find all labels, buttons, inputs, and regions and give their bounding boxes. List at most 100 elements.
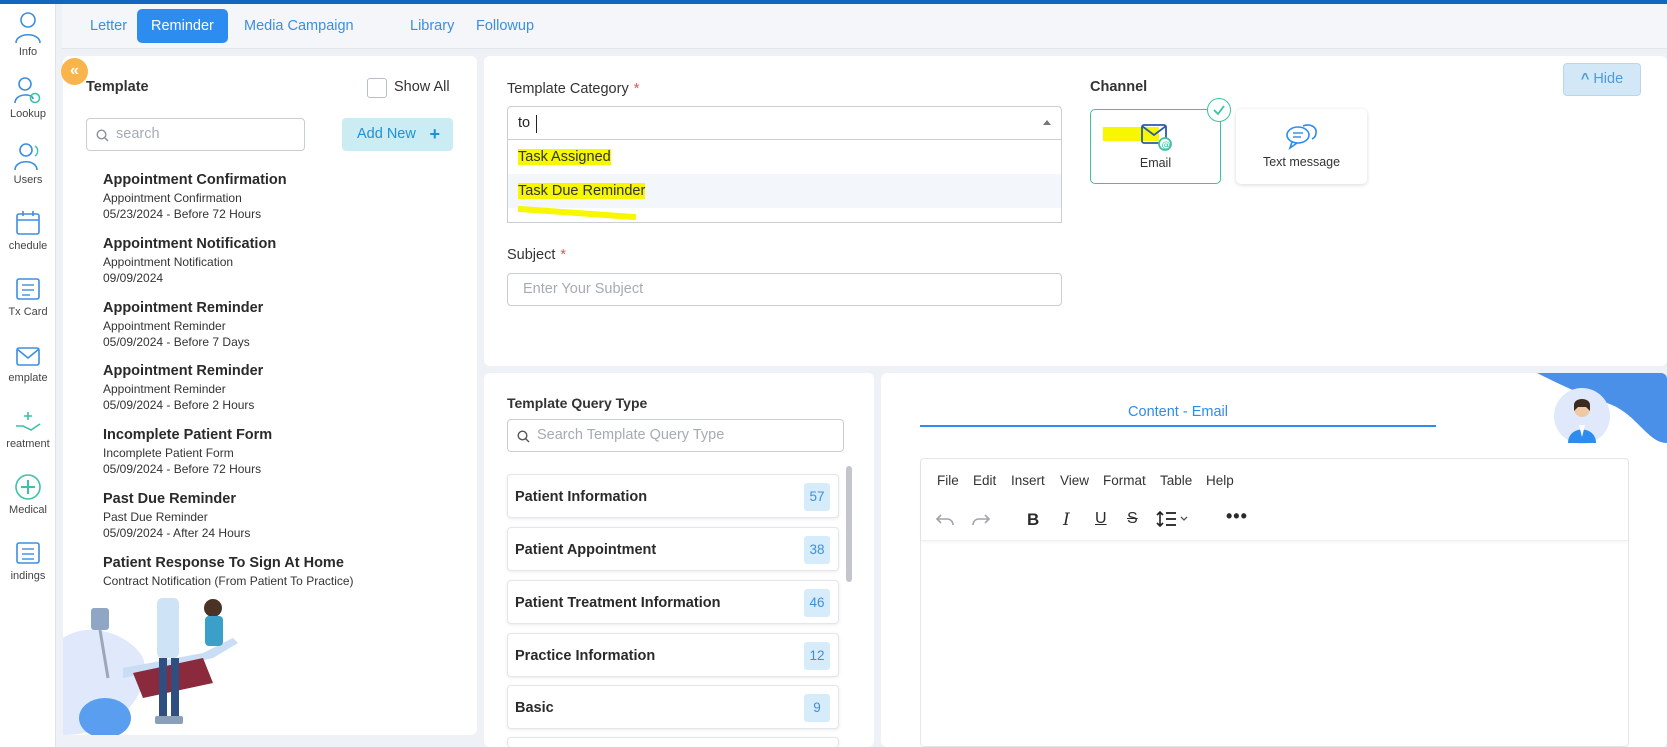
add-new-button[interactable]: Add New +: [342, 118, 453, 151]
person-search-icon: [14, 77, 41, 104]
subject-label: Subject *: [507, 247, 566, 263]
channel-label: Email: [1139, 156, 1172, 170]
template-item-subtitle: Past Due Reminder: [103, 510, 208, 524]
more-options-icon[interactable]: •••: [1226, 506, 1248, 527]
template-search-field[interactable]: [86, 118, 305, 151]
template-panel-title: Template: [86, 79, 149, 95]
rail-item-lookup[interactable]: Lookup: [0, 72, 56, 134]
strikethrough-icon[interactable]: S: [1127, 510, 1138, 528]
query-type-count-badge: 57: [804, 483, 830, 511]
rail-item-treatment[interactable]: reatment: [0, 402, 56, 464]
tab-library[interactable]: Library: [396, 9, 468, 43]
template-item-title: Incomplete Patient Form: [103, 427, 273, 443]
template-list-item[interactable]: Past Due Reminder Past Due Reminder 05/0…: [103, 491, 463, 540]
subject-field[interactable]: [507, 273, 1062, 306]
rail-item-findings[interactable]: indings: [0, 534, 56, 596]
query-type-search-field[interactable]: [507, 419, 844, 452]
menu-insert[interactable]: Insert: [1011, 473, 1045, 488]
tab-letter[interactable]: Letter: [76, 9, 141, 43]
menu-edit[interactable]: Edit: [973, 473, 996, 488]
rail-label: Tx Card: [8, 306, 48, 318]
active-tab-underline: [920, 425, 1436, 427]
bold-icon[interactable]: B: [1027, 510, 1039, 530]
query-list-scrollbar[interactable]: [846, 466, 852, 582]
rail-item-medical[interactable]: Medical: [0, 468, 56, 530]
channel-option-email[interactable]: @ Email: [1090, 109, 1221, 184]
template-item-subtitle: Appointment Notification: [103, 255, 234, 269]
rail-item-info[interactable]: Info: [0, 6, 56, 68]
subject-label-text: Subject: [507, 247, 556, 263]
undo-icon[interactable]: [935, 506, 955, 532]
rail-item-schedule[interactable]: chedule: [0, 204, 56, 266]
menu-help[interactable]: Help: [1206, 473, 1234, 488]
tab-content-email[interactable]: Content - Email: [920, 404, 1436, 420]
selected-check-icon: [1207, 98, 1231, 122]
query-type-item[interactable]: [507, 737, 839, 747]
template-list-item[interactable]: Appointment Reminder Appointment Reminde…: [103, 300, 463, 349]
calendar-icon: [16, 211, 40, 235]
findings-icon: [16, 542, 40, 564]
channel-option-text-message[interactable]: Text message: [1236, 109, 1367, 184]
template-item-title: Appointment Confirmation: [103, 172, 287, 188]
rail-item-template[interactable]: emplate: [0, 336, 56, 398]
add-new-label: Add New: [357, 126, 416, 142]
show-all-checkbox[interactable]: [367, 78, 387, 98]
template-item-title: Appointment Reminder: [103, 363, 264, 379]
category-label: Template Category *: [507, 81, 639, 97]
query-type-item[interactable]: Patient Treatment Information 46: [507, 580, 839, 624]
hide-button[interactable]: ^ Hide: [1563, 63, 1641, 96]
required-mark: *: [560, 247, 567, 263]
collapse-panel-button[interactable]: «: [61, 58, 88, 85]
tab-followup[interactable]: Followup: [462, 9, 548, 43]
menu-file[interactable]: File: [937, 473, 959, 488]
rail-label: chedule: [8, 240, 48, 252]
rail-label: indings: [10, 570, 46, 582]
template-item-title: Appointment Notification: [103, 236, 277, 252]
italic-icon[interactable]: I: [1063, 510, 1070, 530]
rail-item-users[interactable]: Users: [0, 138, 56, 200]
menu-table[interactable]: Table: [1160, 473, 1192, 488]
template-item-meta: 05/09/2024 - Before 7 Days: [103, 335, 250, 349]
medical-cross-icon: [15, 474, 41, 500]
subject-input[interactable]: [523, 281, 1023, 297]
query-type-item[interactable]: Patient Information 57: [507, 474, 839, 518]
hand-treatment-icon: [16, 412, 41, 431]
template-list-item[interactable]: Appointment Confirmation Appointment Con…: [103, 172, 463, 221]
line-height-icon[interactable]: [1156, 509, 1192, 529]
redo-icon[interactable]: [971, 506, 991, 532]
query-type-item[interactable]: Patient Appointment 38: [507, 527, 839, 571]
category-typed-value: to: [518, 115, 531, 131]
tab-reminder[interactable]: Reminder: [137, 9, 228, 43]
tab-media-campaign[interactable]: Media Campaign: [230, 9, 368, 43]
search-icon: [517, 430, 530, 443]
template-item-meta: 05/09/2024 - After 24 Hours: [103, 526, 251, 540]
query-type-count-badge: 46: [804, 589, 830, 617]
rich-text-editor[interactable]: [920, 458, 1629, 747]
dropdown-option-task-due-reminder[interactable]: Task Due Reminder: [508, 174, 1061, 208]
required-mark: *: [633, 81, 640, 97]
template-list-item[interactable]: Appointment Notification Appointment Not…: [103, 236, 463, 285]
left-navigation-rail: Info Lookup Users chedule Tx Card emplat…: [0, 4, 56, 747]
template-list-item[interactable]: Patient Response To Sign At Home Contrac…: [103, 555, 463, 588]
dropdown-option-label: Task Assigned: [518, 149, 611, 165]
template-list-item[interactable]: Incomplete Patient Form Incomplete Patie…: [103, 427, 463, 476]
query-type-item[interactable]: Basic 9: [507, 685, 839, 729]
channel-title: Channel: [1090, 79, 1148, 95]
menu-view[interactable]: View: [1060, 473, 1089, 488]
email-icon: @: [1141, 124, 1172, 151]
underline-icon[interactable]: U: [1095, 510, 1107, 528]
rail-item-tx-card[interactable]: Tx Card: [0, 270, 56, 332]
template-category-select[interactable]: to: [507, 106, 1062, 140]
channel-label: Text message: [1262, 155, 1341, 169]
query-type-name: Patient Information: [515, 489, 648, 505]
show-all-label: Show All: [394, 79, 450, 95]
template-search-input[interactable]: [116, 126, 296, 142]
template-item-title: Appointment Reminder: [103, 300, 264, 316]
menu-format[interactable]: Format: [1103, 473, 1146, 488]
dropdown-option-task-assigned[interactable]: Task Assigned: [508, 140, 1061, 174]
query-type-item[interactable]: Practice Information 12: [507, 633, 839, 677]
template-item-subtitle: Appointment Confirmation: [103, 191, 242, 205]
query-type-search-input[interactable]: [537, 427, 827, 443]
template-list-item[interactable]: Appointment Reminder Appointment Reminde…: [103, 363, 463, 412]
template-item-subtitle: Incomplete Patient Form: [103, 446, 234, 460]
